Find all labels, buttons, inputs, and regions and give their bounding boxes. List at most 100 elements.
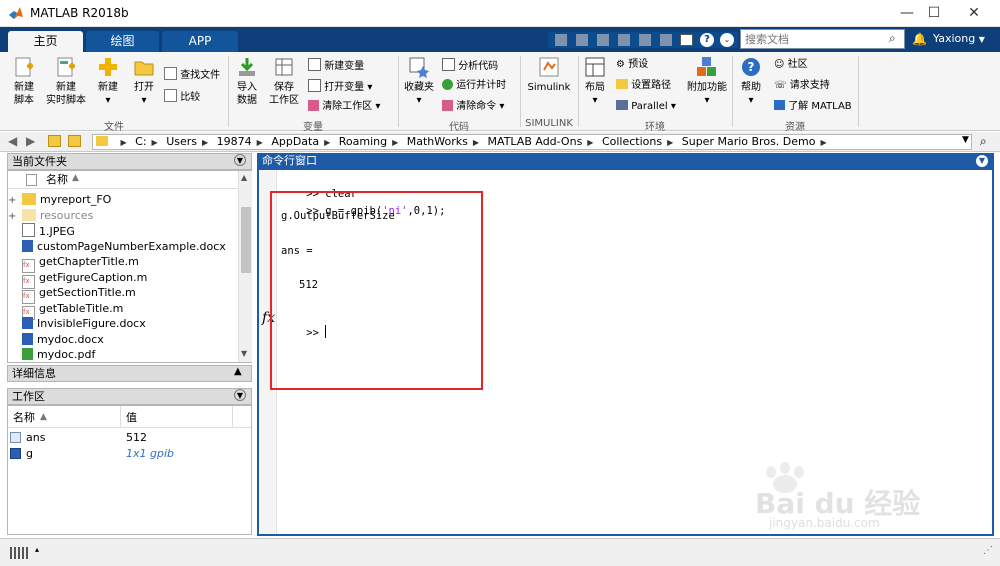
name-column-header[interactable]: 名称	[13, 410, 35, 426]
breadcrumb[interactable]: Super Mario Bros. Demo	[680, 135, 818, 148]
breadcrumb[interactable]: C:	[133, 135, 148, 148]
value-column-header[interactable]: 值	[126, 410, 137, 426]
open-button[interactable]: 打开 ▾	[128, 56, 160, 107]
file-icon	[22, 223, 35, 237]
list-item[interactable]: fx getSectionTitle.m	[8, 285, 238, 304]
clear-workspace-button[interactable]: 清除工作区 ▾	[308, 100, 380, 113]
table-row[interactable]: ans 512	[10, 430, 250, 446]
list-item[interactable]: fx getChapterTitle.m	[8, 254, 238, 273]
chevron-right-icon: ▶	[820, 138, 827, 147]
expand-icon[interactable]: +	[8, 209, 22, 224]
chevron-down-icon: ▾	[670, 101, 676, 112]
file-list-scrollbar[interactable]: ▲ ▼	[238, 171, 252, 362]
search-icon[interactable]: ⌕	[889, 31, 896, 46]
simulink-button[interactable]: Simulink	[524, 56, 574, 94]
list-item[interactable]: fx getTableTitle.m	[8, 301, 238, 320]
notification-bell-icon[interactable]: 🔔	[912, 32, 927, 46]
browse-folder-icon[interactable]	[68, 135, 81, 147]
undo-icon[interactable]	[639, 34, 651, 46]
find-files-button[interactable]: 查找文件	[164, 67, 220, 82]
list-item[interactable]: 1.JPEG	[8, 223, 238, 239]
community-button[interactable]: ☺ 社区	[774, 58, 808, 71]
search-documentation[interactable]: ⌕	[740, 29, 905, 49]
collapse-chevron-up-icon[interactable]: ▲	[234, 366, 242, 377]
tab-home[interactable]: 主页	[8, 31, 83, 52]
file-list-header: 名称 ▲	[8, 171, 238, 189]
compare-button[interactable]: 比较	[164, 89, 200, 104]
parallel-button[interactable]: Parallel ▾	[616, 100, 676, 113]
list-item[interactable]: + resources	[8, 208, 238, 224]
help-button[interactable]: ? 帮助 ▾	[736, 56, 766, 107]
save-workspace-button[interactable]: 保存 工作区	[264, 56, 304, 107]
command-window[interactable]: >> clear >> g = gpib('ni',0,1); g.Output…	[257, 170, 994, 536]
breadcrumb[interactable]: Collections	[600, 135, 664, 148]
group-divider	[858, 56, 859, 127]
analyze-code-button[interactable]: 分析代码	[442, 58, 498, 73]
community-icon: ☺	[774, 59, 785, 70]
list-item[interactable]: + myreport_FO	[8, 192, 238, 208]
new-script-button[interactable]: 新建 脚本	[6, 56, 42, 107]
save-icon[interactable]	[555, 34, 567, 46]
search-input[interactable]	[741, 30, 889, 48]
resize-grip-icon[interactable]: ⋰	[983, 545, 993, 556]
set-path-button[interactable]: 设置路径	[616, 79, 671, 92]
open-variable-button[interactable]: 打开变量 ▾	[308, 79, 372, 94]
status-dropdown-icon[interactable]: ▴	[35, 545, 39, 554]
breadcrumb[interactable]: MathWorks	[405, 135, 470, 148]
run-and-time-button[interactable]: 运行并计时	[442, 79, 506, 92]
breadcrumb[interactable]: AppData	[269, 135, 321, 148]
new-live-script-button[interactable]: 新建 实时脚本	[44, 56, 88, 107]
user-account-menu[interactable]: Yaxiong ▼	[933, 32, 985, 45]
breadcrumb[interactable]: 19874	[215, 135, 254, 148]
up-folder-icon[interactable]	[48, 135, 61, 147]
maximize-button[interactable]: ☐	[915, 0, 953, 27]
list-item[interactable]: mydoc.pdf	[8, 347, 238, 363]
help-icon[interactable]: ?	[700, 33, 714, 47]
back-arrow-icon[interactable]: ◀	[8, 134, 17, 148]
switch-windows-icon[interactable]	[680, 34, 693, 46]
table-row[interactable]: g 1x1 gpib	[10, 446, 250, 462]
tab-apps[interactable]: APP	[162, 31, 238, 52]
preferences-button[interactable]: ⚙ 预设	[616, 58, 648, 71]
expand-icon[interactable]: ⌄	[720, 33, 734, 47]
breadcrumb[interactable]: Users	[164, 135, 199, 148]
breadcrumb[interactable]: MATLAB Add-Ons	[486, 135, 585, 148]
close-button[interactable]: ✕	[955, 0, 993, 27]
new-variable-button[interactable]: 新建变量	[308, 58, 364, 73]
list-item[interactable]: InvisibleFigure.docx	[8, 316, 238, 332]
layout-button[interactable]: 布局 ▾	[582, 56, 608, 107]
panel-actions-icon[interactable]: ▼	[234, 154, 246, 166]
paste-icon[interactable]	[618, 34, 630, 46]
new-script-icon	[15, 57, 33, 77]
clear-commands-button[interactable]: 清除命令 ▾	[442, 100, 504, 113]
new-button[interactable]: 新建 ▾	[92, 56, 124, 107]
scroll-thumb[interactable]	[241, 207, 251, 273]
name-column-header[interactable]: 名称	[46, 172, 68, 188]
addons-button[interactable]: 附加功能 ▾	[685, 56, 729, 107]
copy-icon[interactable]	[597, 34, 609, 46]
current-folder-path[interactable]: ▶ C: ▶ Users ▶ 19874 ▶ AppData ▶ Roaming ▶ Ma…	[92, 134, 972, 150]
favorites-button[interactable]: 收藏夹 ▾	[402, 56, 436, 107]
scroll-down-icon[interactable]: ▼	[241, 349, 247, 358]
forward-arrow-icon[interactable]: ▶	[26, 134, 35, 148]
folder-icon	[22, 193, 36, 205]
workspace-table-header: 名称 ▲ 值	[8, 406, 251, 428]
details-header[interactable]: 详细信息	[7, 365, 252, 382]
panel-actions-icon[interactable]: ▼	[976, 155, 988, 167]
panel-actions-icon[interactable]: ▼	[234, 389, 246, 401]
list-item[interactable]: fx getFigureCaption.m	[8, 270, 238, 289]
import-data-button[interactable]: 导入 数据	[232, 56, 262, 107]
column-divider	[120, 406, 121, 428]
breadcrumb[interactable]: Roaming	[337, 135, 389, 148]
cut-icon[interactable]	[576, 34, 588, 46]
request-support-button[interactable]: ☏ 请求支持	[774, 79, 830, 92]
path-dropdown-chevron-icon[interactable]: ▼	[962, 135, 969, 145]
expand-icon[interactable]: +	[8, 193, 22, 208]
tab-plots[interactable]: 绘图	[86, 31, 159, 52]
list-item[interactable]: customPageNumberExample.docx	[8, 239, 238, 255]
learn-matlab-button[interactable]: 了解 MATLAB	[774, 100, 852, 113]
list-item[interactable]: mydoc.docx	[8, 332, 238, 348]
scroll-up-icon[interactable]: ▲	[241, 173, 247, 182]
search-folder-icon[interactable]: ⌕	[980, 134, 987, 149]
redo-icon[interactable]	[660, 34, 672, 46]
